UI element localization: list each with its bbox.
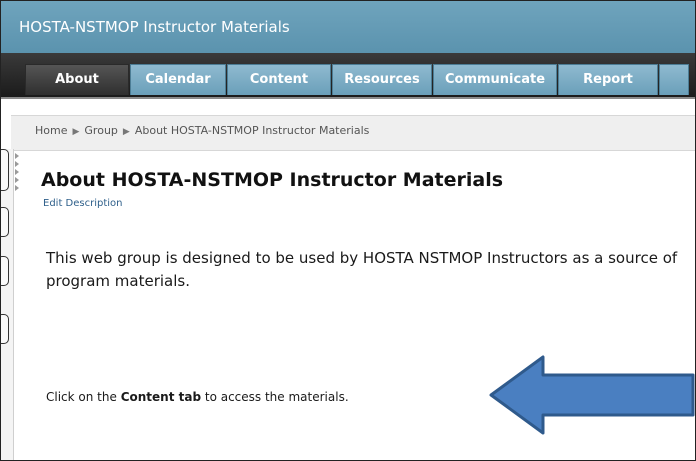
tab-about[interactable]: About <box>25 64 129 95</box>
instruction-bold: Content tab <box>120 390 202 404</box>
tab-overflow[interactable] <box>659 64 689 95</box>
main-content: About HOSTA-NSTMOP Instructor Materials … <box>41 169 695 210</box>
instruction-prefix: Click on the <box>46 390 121 404</box>
instruction-text: Click on the Content tab to access the m… <box>46 390 349 404</box>
instruction-suffix: to access the materials. <box>201 390 349 404</box>
tab-report[interactable]: Report <box>558 64 658 95</box>
tab-resources[interactable]: Resources <box>332 64 432 95</box>
tab-content[interactable]: Content <box>227 64 331 95</box>
collapse-handle-2[interactable] <box>1 207 9 237</box>
site-header: HOSTA-NSTMOP Instructor Materials <box>1 1 695 53</box>
tab-calendar[interactable]: Calendar <box>130 64 226 95</box>
collapse-handle-4[interactable] <box>1 314 9 344</box>
breadcrumb-group[interactable]: Group <box>84 124 118 137</box>
group-description: This web group is designed to be used by… <box>46 249 678 290</box>
triangle-right-icon: ▶ <box>72 127 80 137</box>
tab-bar-divider <box>1 97 695 99</box>
grip-icon[interactable] <box>13 153 21 193</box>
page-title: About HOSTA-NSTMOP Instructor Materials <box>41 169 504 191</box>
collapse-handle-1[interactable] <box>1 149 9 191</box>
site-title: HOSTA-NSTMOP Instructor Materials <box>19 18 290 36</box>
browser-frame: HOSTA-NSTMOP Instructor Materials About … <box>0 0 696 461</box>
tab-communicate[interactable]: Communicate <box>433 64 557 95</box>
edit-description-link[interactable]: Edit Description <box>43 198 123 209</box>
tab-list: About Calendar Content Resources Communi… <box>25 64 690 95</box>
breadcrumb-bar: Home ▶ Group ▶ About HOSTA-NSTMOP Instructor… <box>11 115 695 151</box>
breadcrumb-home[interactable]: Home <box>35 124 67 137</box>
collapse-handle-3[interactable] <box>1 256 9 286</box>
breadcrumb: Home ▶ Group ▶ About HOSTA-NSTMOP Instructor… <box>35 124 369 137</box>
triangle-right-icon: ▶ <box>122 127 130 137</box>
left-gutter <box>1 149 14 460</box>
left-arrow-icon <box>489 355 695 435</box>
tab-bar: About Calendar Content Resources Communi… <box>1 53 695 97</box>
breadcrumb-current: About HOSTA-NSTMOP Instructor Materials <box>134 124 370 137</box>
